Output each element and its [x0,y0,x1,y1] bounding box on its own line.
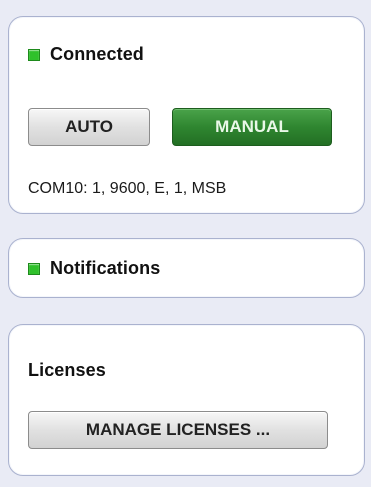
notifications-status-led-icon [28,262,40,275]
notifications-panel[interactable]: Notifications [8,238,365,298]
manage-licenses-button[interactable]: MANAGE LICENSES ... [28,411,328,449]
connection-status: Connected [28,44,144,65]
manual-button[interactable]: MANUAL [172,108,332,146]
connection-status-led-icon [28,48,40,61]
notifications-status: Notifications [28,258,160,279]
connection-status-label: Connected [50,44,144,64]
auto-button-label: AUTO [65,117,113,136]
manual-button-label: MANUAL [215,117,289,136]
licenses-panel: Licenses MANAGE LICENSES ... [8,324,365,476]
connection-panel: Connected AUTO MANUAL COM10: 1, 9600, E,… [8,16,365,214]
manage-licenses-button-label: MANAGE LICENSES ... [85,420,271,439]
port-settings-text: COM10: 1, 9600, E, 1, MSB [28,180,227,197]
licenses-title: Licenses [28,360,106,380]
auto-button[interactable]: AUTO [28,108,150,146]
notifications-label: Notifications [50,258,161,278]
